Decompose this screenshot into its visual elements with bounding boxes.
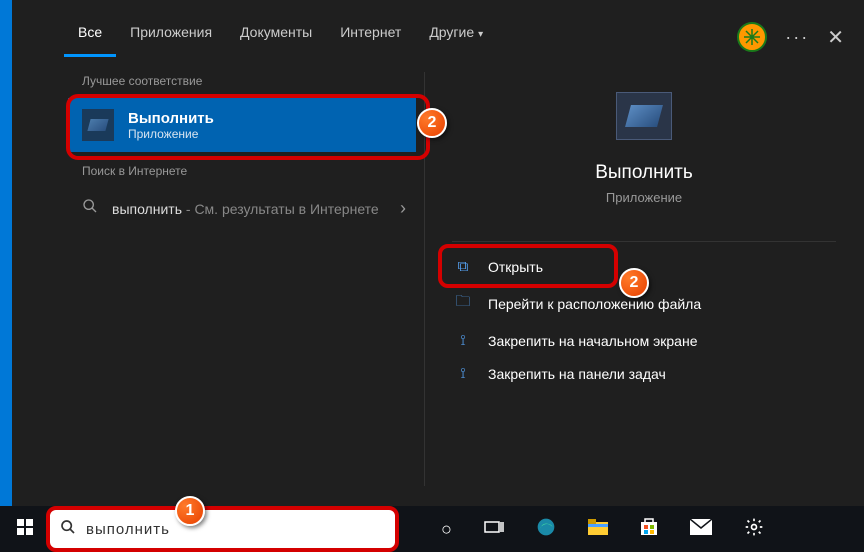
hero-title: Выполнить [424, 162, 864, 184]
annotation-badge-1: 1 [175, 496, 205, 526]
web-search-result[interactable]: выполнить - См. результаты в Интернете › [64, 188, 424, 229]
pin-icon: ⟟ [452, 365, 474, 382]
taskbar-search[interactable] [50, 510, 395, 548]
taskbar-tray: ○ [441, 517, 764, 542]
annotation-badge-3: 2 [619, 268, 649, 298]
web-result-text: выполнить - См. результаты в Интернете [112, 201, 400, 217]
folder-icon: 🗀 [452, 291, 474, 316]
open-icon: ⧉ [452, 258, 474, 275]
more-options-icon[interactable]: ··· [785, 27, 809, 48]
action-pin-taskbar[interactable]: ⟟ Закрепить на панели задач [452, 357, 864, 390]
tab-documents[interactable]: Документы [226, 24, 326, 57]
action-pin-start[interactable]: ⟟ Закрепить на начальном экране [452, 324, 864, 357]
settings-icon[interactable] [744, 517, 764, 542]
search-icon [50, 519, 86, 540]
hero: Выполнить Приложение [424, 92, 864, 205]
user-avatar[interactable] [737, 22, 767, 52]
content: Лучшее соответствие Выполнить Приложение… [64, 62, 864, 506]
tab-apps[interactable]: Приложения [116, 24, 226, 57]
best-match-subtitle: Приложение [128, 127, 214, 141]
explorer-icon[interactable] [588, 519, 608, 540]
start-button[interactable] [0, 519, 50, 540]
best-match-result[interactable]: Выполнить Приложение [68, 98, 416, 152]
best-match-container: Выполнить Приложение [64, 98, 424, 152]
tab-all[interactable]: Все [64, 24, 116, 57]
chevron-right-icon: › [400, 198, 406, 219]
tab-internet[interactable]: Интернет [326, 24, 415, 57]
accent-strip [0, 0, 12, 552]
hero-subtitle: Приложение [424, 190, 864, 205]
search-input[interactable] [86, 521, 395, 538]
top-actions: ··· ✕ [737, 22, 844, 52]
divider [452, 241, 836, 242]
run-app-icon [82, 109, 114, 141]
best-match-title: Выполнить [128, 110, 214, 127]
chevron-down-icon: ▾ [478, 29, 483, 40]
cortana-icon[interactable]: ○ [441, 519, 452, 540]
run-app-icon [616, 92, 672, 140]
edge-icon[interactable] [536, 517, 556, 542]
task-view-icon[interactable] [484, 519, 504, 540]
taskbar: ○ [0, 506, 864, 552]
tab-other[interactable]: Другие▾ [415, 24, 497, 57]
search-panel: Все Приложения Документы Интернет Другие… [12, 0, 864, 552]
mail-icon[interactable] [690, 519, 712, 540]
best-match-label: Лучшее соответствие [64, 62, 424, 98]
action-open[interactable]: ⧉ Открыть [452, 250, 864, 283]
pin-icon: ⟟ [452, 332, 474, 349]
close-icon[interactable]: ✕ [827, 25, 844, 50]
annotation-badge-2: 2 [417, 108, 447, 138]
web-search-label: Поиск в Интернете [64, 152, 424, 188]
results-column: Лучшее соответствие Выполнить Приложение… [64, 62, 424, 506]
search-icon [82, 198, 98, 219]
action-file-location[interactable]: 🗀 Перейти к расположению файла [452, 283, 864, 324]
store-icon[interactable] [640, 518, 658, 541]
